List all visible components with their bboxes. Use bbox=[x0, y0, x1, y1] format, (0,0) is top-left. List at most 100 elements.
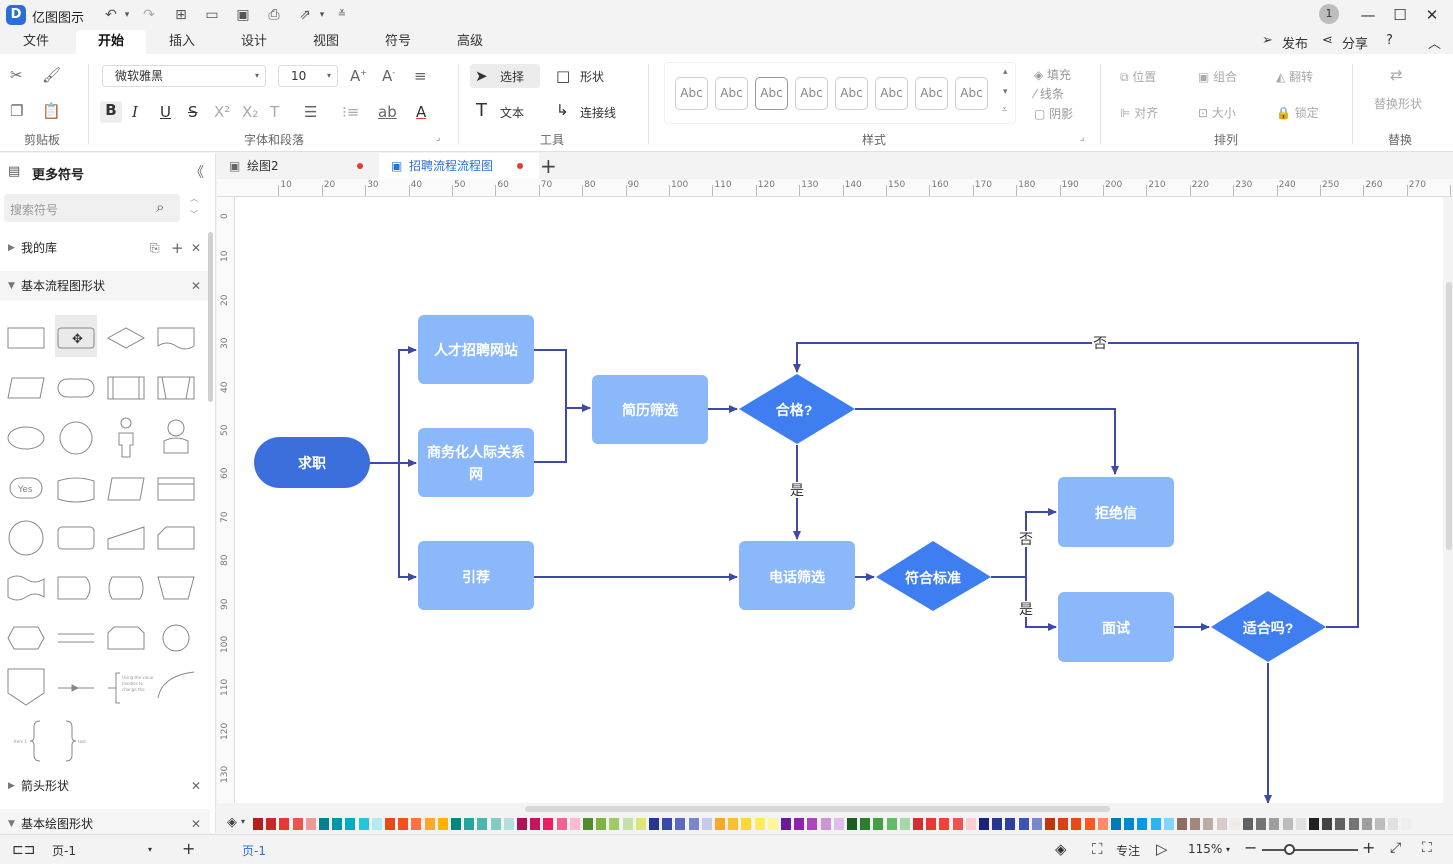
font-family-select[interactable]: 微软雅黑 ▾ bbox=[102, 65, 266, 87]
process-shape[interactable] bbox=[7, 327, 45, 349]
circle-shape[interactable] bbox=[59, 421, 93, 455]
terminator-shape[interactable] bbox=[57, 378, 95, 398]
focus-mode-button[interactable]: 专注 bbox=[1116, 842, 1140, 859]
flip-button[interactable]: ◭ 翻转 bbox=[1276, 68, 1313, 85]
symbol-search-box[interactable]: 搜索符号 ⌕ bbox=[4, 194, 180, 222]
shape-tool-icon[interactable]: □ bbox=[556, 67, 570, 85]
superscript-icon[interactable]: X² bbox=[214, 103, 230, 121]
share-icon[interactable]: ⋖ bbox=[1322, 33, 1333, 48]
color-swatch[interactable] bbox=[899, 818, 910, 830]
color-swatch[interactable] bbox=[965, 818, 976, 830]
text-case-icon[interactable]: T bbox=[270, 103, 279, 121]
close-window-icon[interactable]: ✕ bbox=[1422, 5, 1442, 25]
tab-drawing2[interactable]: ▣ 绘图2 bbox=[217, 153, 377, 179]
gallery-down-icon[interactable]: ▾ bbox=[1003, 87, 1008, 97]
color-swatch[interactable] bbox=[1111, 818, 1121, 830]
color-swatch[interactable] bbox=[1335, 818, 1346, 830]
menu-advanced[interactable]: 高级 bbox=[444, 30, 496, 54]
color-swatch[interactable] bbox=[926, 818, 937, 830]
publish-icon[interactable]: ➢ bbox=[1262, 33, 1273, 48]
page-dropdown-icon[interactable]: ▾ bbox=[148, 845, 152, 854]
style-preset-2[interactable]: Abc bbox=[715, 77, 748, 110]
color-swatch[interactable] bbox=[767, 818, 778, 830]
color-swatch[interactable] bbox=[358, 818, 369, 830]
color-swatch[interactable] bbox=[1124, 818, 1135, 830]
text-tool-label[interactable]: 文本 bbox=[500, 104, 524, 121]
color-swatch[interactable] bbox=[992, 818, 1003, 830]
color-swatch[interactable] bbox=[1097, 818, 1108, 830]
paste-icon[interactable]: 📋 bbox=[42, 102, 61, 120]
color-swatch[interactable] bbox=[847, 818, 857, 830]
color-swatch[interactable] bbox=[477, 818, 488, 830]
fill-bucket-icon[interactable]: ◈ bbox=[227, 815, 237, 830]
zoom-slider-track[interactable] bbox=[1262, 849, 1358, 851]
color-swatch[interactable] bbox=[319, 818, 329, 830]
export-dropdown-icon[interactable]: ▾ bbox=[313, 6, 331, 24]
color-swatch[interactable] bbox=[1375, 818, 1385, 830]
color-swatch[interactable] bbox=[1361, 818, 1372, 830]
strikethrough-icon[interactable]: S bbox=[188, 103, 198, 121]
color-swatch[interactable] bbox=[1282, 818, 1293, 830]
color-swatch[interactable] bbox=[1045, 818, 1055, 830]
copy-icon[interactable]: ❐ bbox=[10, 102, 23, 120]
actor-shape[interactable] bbox=[118, 417, 134, 458]
fit-page-icon[interactable]: ⤢ bbox=[1390, 840, 1401, 856]
zoom-dropdown-icon[interactable]: ▾ bbox=[1226, 845, 1230, 854]
color-swatch[interactable] bbox=[371, 818, 382, 830]
close-section-icon[interactable]: ✕ bbox=[191, 809, 201, 833]
network-node[interactable] bbox=[418, 428, 534, 497]
new-file-icon[interactable]: ⊞ bbox=[172, 6, 190, 24]
color-swatch[interactable] bbox=[1243, 818, 1253, 830]
maximize-icon[interactable]: ☐ bbox=[1390, 5, 1410, 25]
search-icon[interactable]: ⌕ bbox=[156, 198, 164, 216]
connector-shape[interactable] bbox=[8, 520, 44, 556]
color-swatch[interactable] bbox=[503, 818, 514, 830]
align-button[interactable]: ⊫ 对齐 bbox=[1120, 104, 1158, 121]
color-swatch[interactable] bbox=[253, 818, 263, 830]
color-swatch[interactable] bbox=[1309, 818, 1319, 830]
text-tool-icon[interactable]: T bbox=[476, 100, 487, 121]
color-swatch[interactable] bbox=[622, 818, 633, 830]
decrease-font-icon[interactable]: A- bbox=[382, 67, 395, 85]
bullets-icon[interactable]: ⁝≡ bbox=[342, 103, 359, 121]
basic-flowchart-section[interactable]: ▼ 基本流程图形状 ✕ bbox=[0, 271, 210, 301]
color-swatch[interactable] bbox=[662, 818, 673, 830]
zoom-in-icon[interactable]: + bbox=[1362, 838, 1375, 857]
search-input[interactable]: 搜索符号 bbox=[10, 201, 58, 218]
on-page-reference-shape[interactable] bbox=[162, 624, 190, 652]
replace-shape-icon[interactable]: ⇄ bbox=[1390, 66, 1403, 84]
highlight-icon[interactable]: ab bbox=[378, 103, 397, 121]
color-swatch[interactable] bbox=[437, 818, 448, 830]
color-swatch[interactable] bbox=[292, 818, 303, 830]
connector-sources-merge[interactable] bbox=[534, 349, 567, 463]
undo-dropdown-icon[interactable]: ▾ bbox=[118, 6, 136, 24]
save-icon[interactable]: ▣ bbox=[234, 6, 252, 24]
connector-start-to-referral[interactable] bbox=[398, 463, 417, 581]
add-page-icon[interactable]: + bbox=[182, 839, 195, 858]
color-swatch[interactable] bbox=[266, 818, 277, 830]
style-preset-5[interactable]: Abc bbox=[835, 77, 868, 110]
focus-icon[interactable]: ⛶ bbox=[1092, 840, 1103, 858]
color-swatch[interactable] bbox=[609, 818, 620, 830]
cut-icon[interactable]: ✂ bbox=[10, 66, 23, 84]
delay-shape[interactable] bbox=[57, 526, 95, 550]
export-icon[interactable]: ⇗ bbox=[296, 6, 314, 24]
color-swatch[interactable] bbox=[952, 818, 963, 830]
tab-recruiting-flowchart[interactable]: ▣ 招聘流程流程图 bbox=[379, 153, 539, 179]
arrow-shapes-section[interactable]: ▶ 箭头形状 ✕ bbox=[0, 771, 210, 801]
style-preset-4[interactable]: Abc bbox=[795, 77, 828, 110]
style-preset-7[interactable]: Abc bbox=[915, 77, 948, 110]
color-swatch[interactable] bbox=[583, 818, 593, 830]
page-view-icon[interactable]: ⊏⊐ bbox=[12, 842, 35, 858]
zoom-out-icon[interactable]: − bbox=[1244, 838, 1257, 857]
manual-operation-shape[interactable] bbox=[157, 576, 195, 600]
page-selector[interactable]: 页-1 bbox=[52, 842, 76, 859]
color-swatch[interactable] bbox=[385, 818, 395, 830]
lock-button[interactable]: 🔒 锁定 bbox=[1276, 104, 1319, 121]
preparation-shape[interactable] bbox=[7, 626, 45, 650]
color-swatch[interactable] bbox=[675, 818, 686, 830]
color-swatch[interactable] bbox=[635, 818, 646, 830]
help-icon[interactable]: ? bbox=[1386, 33, 1393, 48]
more-symbols-button[interactable]: 更多符号 bbox=[32, 164, 84, 183]
connector-tool-icon[interactable]: ↳ bbox=[556, 101, 569, 119]
